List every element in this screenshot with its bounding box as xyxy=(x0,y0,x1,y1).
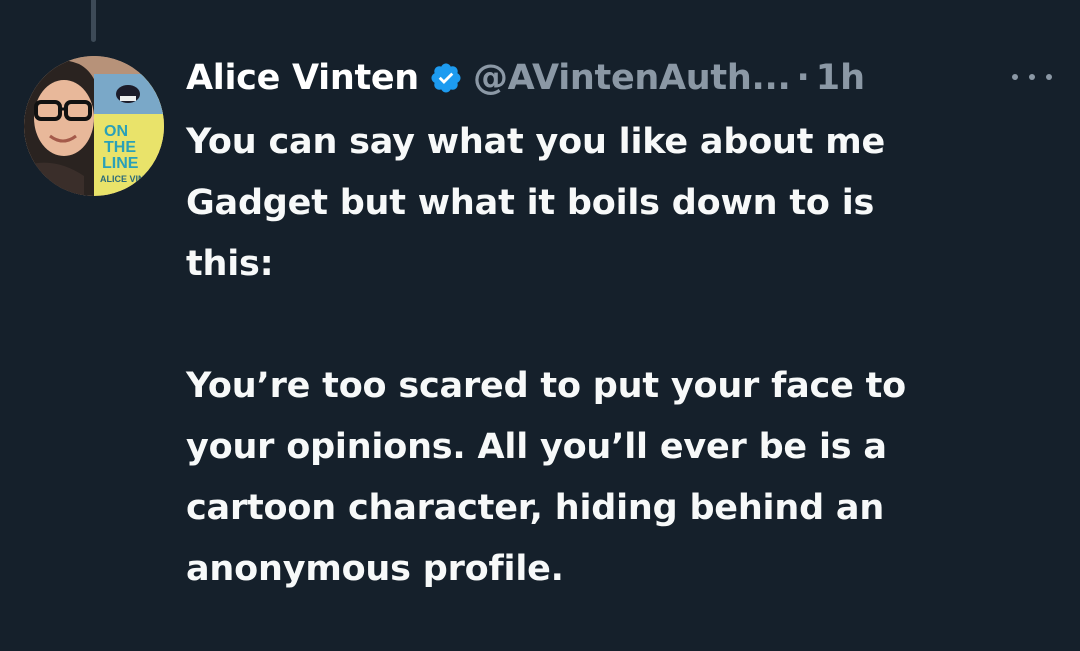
tweet-header: Alice Vinten @AVintenAuth... · 1h xyxy=(186,52,865,104)
author-handle[interactable]: @AVintenAuth... xyxy=(473,58,791,98)
tweet-text-line: your opinions. All you’ll ever be is a xyxy=(186,427,887,467)
tweet-text-line: Gadget but what it boils down to is xyxy=(186,183,875,223)
more-dot xyxy=(1029,74,1035,80)
tweet-text: You can say what you like about me Gadge… xyxy=(186,112,1046,600)
avatar-image: ON THE LINE ALICE VIN xyxy=(24,56,164,196)
book-title-line2: THE xyxy=(104,139,136,156)
more-dot xyxy=(1046,74,1052,80)
author-name[interactable]: Alice Vinten xyxy=(186,58,419,98)
book-author: ALICE VIN xyxy=(100,174,145,184)
tweet-text-line: You can say what you like about me xyxy=(186,122,886,162)
tweet-text-line: this: xyxy=(186,244,274,284)
verified-badge-icon[interactable] xyxy=(429,61,463,95)
more-horizontal-icon[interactable] xyxy=(1012,62,1052,92)
book-title-line3: LINE xyxy=(102,155,139,172)
tweet-text-line: You’re too scared to put your face to xyxy=(186,366,906,406)
header-separator: · xyxy=(796,58,810,98)
tweet-timestamp[interactable]: 1h xyxy=(816,58,865,98)
book-title-line1: ON xyxy=(104,123,128,140)
tweet-text-line: cartoon character, hiding behind an xyxy=(186,488,885,528)
thread-connector-line xyxy=(91,0,96,42)
avatar[interactable]: ON THE LINE ALICE VIN xyxy=(24,56,164,196)
more-dot xyxy=(1012,74,1018,80)
tweet-text-line: anonymous profile. xyxy=(186,549,564,589)
